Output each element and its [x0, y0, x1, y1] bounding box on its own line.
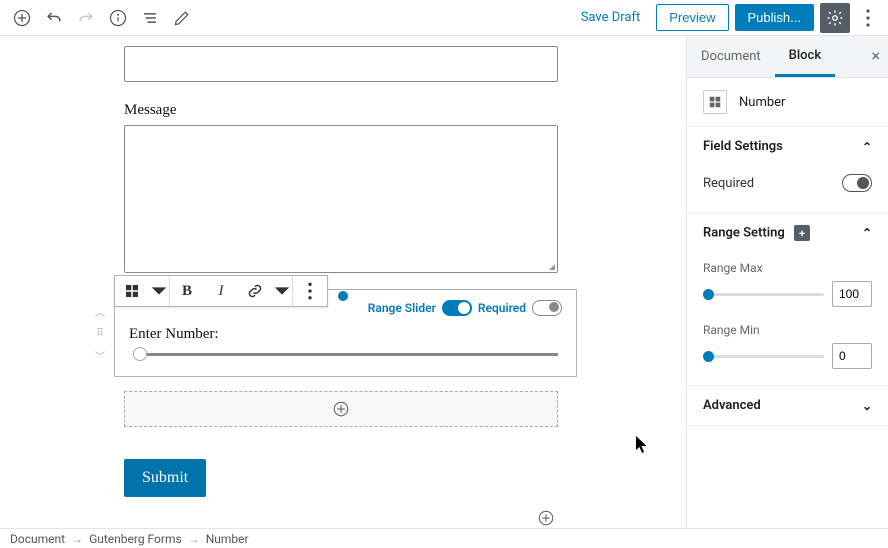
breadcrumb-separator-icon: → — [71, 532, 83, 546]
panel-range-setting-head[interactable]: Range Setting + ⌃ — [687, 213, 888, 253]
bold-icon[interactable]: B — [170, 276, 204, 306]
tab-document[interactable]: Document — [687, 36, 775, 77]
panel-advanced-head[interactable]: Advanced ⌄ — [687, 386, 888, 425]
range-min-slider[interactable] — [703, 355, 824, 358]
sidebar-tabs: Document Block × — [687, 36, 888, 78]
resize-handle-icon[interactable] — [545, 260, 555, 270]
required-sidebar-toggle[interactable] — [842, 174, 872, 192]
range-setting-title: Range Setting — [703, 226, 785, 241]
settings-gear-icon[interactable] — [820, 3, 850, 33]
text-field-block — [124, 46, 558, 82]
number-block-icon — [703, 90, 727, 114]
range-max-slider[interactable] — [703, 293, 824, 296]
toolbar-right: Save Draft Preview Publish... — [571, 3, 880, 33]
move-down-icon[interactable]: ﹀ — [90, 345, 110, 365]
add-block-bottom-icon[interactable] — [536, 508, 556, 528]
format-dropdown-icon[interactable] — [272, 276, 292, 306]
info-icon[interactable] — [104, 4, 132, 32]
redo-icon[interactable] — [72, 4, 100, 32]
range-setting-add-icon[interactable]: + — [794, 225, 810, 241]
required-toggle-label: Required — [478, 301, 526, 315]
range-min-input[interactable] — [832, 343, 872, 369]
block-more-icon[interactable] — [293, 276, 327, 306]
advanced-title: Advanced — [703, 398, 761, 413]
message-field-block: Message — [124, 102, 558, 273]
number-block-wrapper: ︿ ⠿ ﹀ B I — [84, 289, 577, 377]
add-block-icon[interactable] — [8, 4, 36, 32]
close-sidebar-icon[interactable]: × — [871, 46, 880, 65]
toolbar-left — [8, 4, 196, 32]
chevron-up-icon: ⌃ — [862, 140, 872, 154]
chevron-down-icon: ⌄ — [862, 399, 872, 413]
breadcrumb-item[interactable]: Number — [206, 532, 249, 546]
block-type-icon[interactable] — [115, 276, 149, 306]
more-options-icon[interactable] — [856, 3, 880, 33]
range-max-input[interactable] — [832, 281, 872, 307]
range-slider-toggle-label: Range Slider — [368, 301, 436, 315]
main-area: Message ︿ ⠿ ﹀ B — [0, 36, 888, 528]
editor-canvas: Message ︿ ⠿ ﹀ B — [0, 36, 686, 528]
tab-block[interactable]: Block — [775, 36, 835, 77]
top-toolbar: Save Draft Preview Publish... — [0, 0, 888, 36]
outline-icon[interactable] — [136, 4, 164, 32]
publish-button[interactable]: Publish... — [735, 4, 814, 31]
block-name-label: Number — [739, 95, 785, 110]
number-slider[interactable] — [133, 353, 558, 356]
panel-field-settings: Field Settings ⌃ Required — [687, 127, 888, 213]
block-identity-row: Number — [687, 78, 888, 127]
preview-button[interactable]: Preview — [656, 4, 728, 31]
panel-range-setting: Range Setting + ⌃ Range Max Range Min — [687, 213, 888, 386]
slider-thumb-icon[interactable] — [133, 347, 147, 361]
block-movers: ︿ ⠿ ﹀ — [90, 301, 110, 365]
panel-field-settings-head[interactable]: Field Settings ⌃ — [687, 127, 888, 166]
message-textarea[interactable] — [124, 125, 558, 273]
block-selection-dot-icon — [338, 291, 348, 301]
text-input[interactable] — [124, 46, 558, 82]
breadcrumb-separator-icon: → — [188, 532, 200, 546]
undo-icon[interactable] — [40, 4, 68, 32]
edit-icon[interactable] — [168, 4, 196, 32]
required-label: Required — [703, 176, 754, 191]
link-icon[interactable] — [238, 276, 272, 306]
block-type-dropdown-icon[interactable] — [149, 276, 169, 306]
breadcrumb-item[interactable]: Gutenberg Forms — [89, 532, 182, 546]
required-toggle[interactable] — [532, 300, 562, 316]
block-appender[interactable] — [124, 391, 558, 427]
save-draft-button[interactable]: Save Draft — [571, 4, 651, 31]
move-up-icon[interactable]: ︿ — [90, 301, 110, 321]
range-slider-toggle[interactable] — [442, 300, 472, 316]
field-settings-title: Field Settings — [703, 139, 783, 154]
panel-advanced: Advanced ⌄ — [687, 386, 888, 426]
breadcrumb: Document → Gutenberg Forms → Number — [0, 528, 888, 548]
italic-icon[interactable]: I — [204, 276, 238, 306]
number-field-label[interactable]: Enter Number: — [129, 326, 562, 343]
block-toolbar: B I — [114, 275, 328, 307]
plus-icon — [332, 400, 350, 418]
submit-button[interactable]: Submit — [124, 459, 206, 497]
drag-handle-icon[interactable]: ⠿ — [90, 323, 110, 343]
settings-sidebar: Document Block × Number Field Settings ⌃… — [686, 36, 888, 528]
breadcrumb-item[interactable]: Document — [10, 532, 65, 546]
message-label: Message — [124, 102, 558, 119]
chevron-up-icon: ⌃ — [862, 226, 872, 240]
range-min-label: Range Min — [703, 323, 872, 337]
range-max-label: Range Max — [703, 261, 872, 275]
